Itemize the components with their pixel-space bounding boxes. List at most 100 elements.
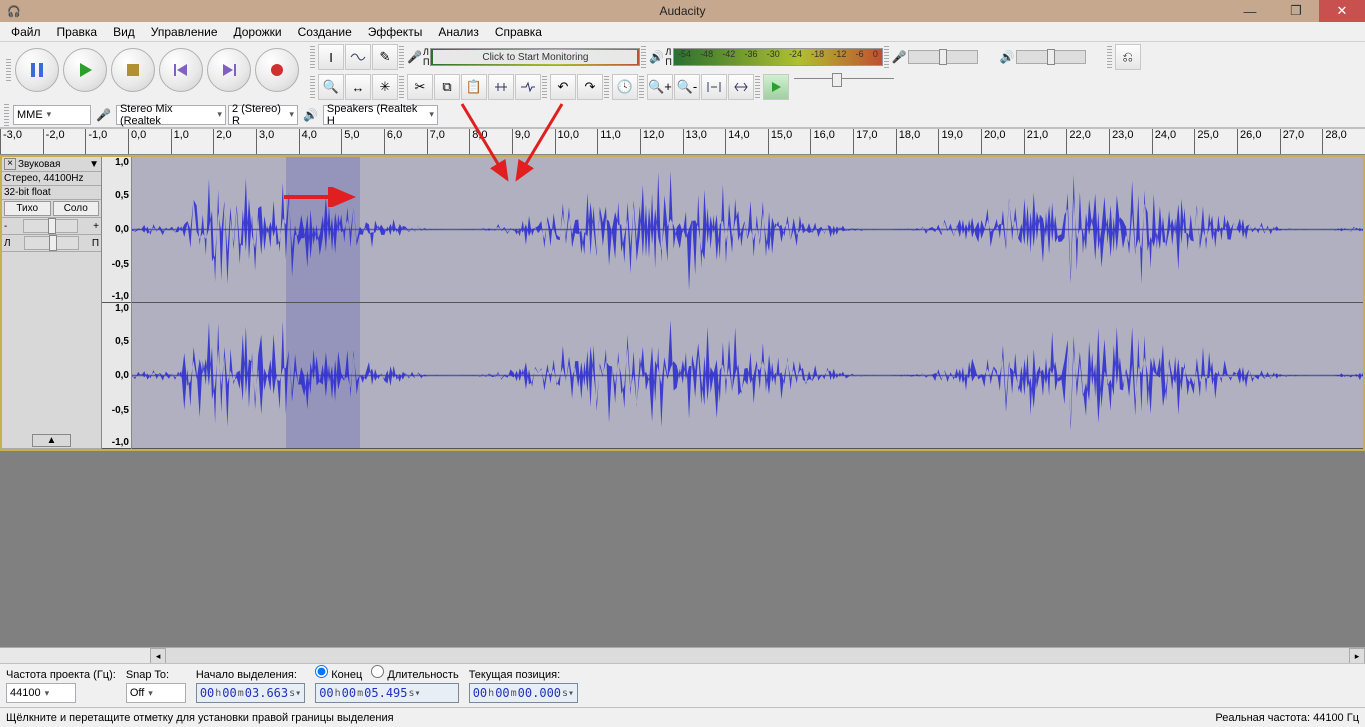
draw-tool[interactable]: ✎	[372, 44, 398, 70]
audio-position-time[interactable]: 00h 00m 00.000s▾	[469, 683, 578, 703]
grip[interactable]	[542, 76, 547, 98]
envelope-tool[interactable]	[345, 44, 371, 70]
menu-file[interactable]: Файл	[4, 23, 48, 41]
selection-start-label: Начало выделения:	[196, 669, 305, 681]
playback-meter[interactable]: -54-48-42-36-30-24-18-12-60	[673, 48, 883, 66]
grip[interactable]	[755, 76, 760, 98]
recording-device-combo[interactable]: Stereo Mix (Realtek	[116, 105, 226, 125]
waveform-channel-right[interactable]	[132, 303, 1363, 449]
grip[interactable]	[310, 76, 315, 98]
skip-end-button[interactable]	[207, 48, 251, 92]
selection-toolbar: Частота проекта (Гц): 44100 Snap To: Off…	[0, 663, 1365, 707]
selection-start-time[interactable]: 00h 00m 03.663s▾	[196, 683, 305, 703]
status-message: Щёлкните и перетащите отметку для устано…	[6, 712, 394, 724]
pan-slider[interactable]	[24, 236, 79, 250]
speaker-icon	[303, 108, 318, 122]
grip[interactable]	[641, 46, 646, 68]
cut-button[interactable]: ✂	[407, 74, 433, 100]
recording-volume-slider[interactable]	[908, 50, 978, 64]
mic-icon	[892, 50, 907, 64]
menu-generate[interactable]: Создание	[291, 23, 359, 41]
stop-button[interactable]	[111, 48, 155, 92]
menu-edit[interactable]: Правка	[50, 23, 105, 41]
play-button[interactable]	[63, 48, 107, 92]
timeline-ruler[interactable]: -3,0-2,0-1,00,01,02,03,04,05,06,07,08,09…	[0, 129, 1365, 155]
end-radio[interactable]: Конец	[315, 669, 362, 681]
scroll-left-button[interactable]: ◂	[150, 648, 166, 664]
track-menu-button[interactable]: Звуковая	[18, 159, 87, 170]
track-format: 32-bit float	[2, 186, 101, 200]
track-close-button[interactable]: ×	[4, 158, 16, 170]
silence-button[interactable]	[515, 74, 541, 100]
trim-button[interactable]	[488, 74, 514, 100]
speaker-icon	[649, 50, 664, 64]
chevron-down-icon[interactable]: ▼	[89, 159, 99, 170]
mute-button[interactable]: Тихо	[4, 201, 51, 216]
pause-button[interactable]	[15, 48, 59, 92]
pan-right-label: П	[92, 238, 99, 249]
menu-tracks[interactable]: Дорожки	[227, 23, 289, 41]
selection-tool[interactable]: I	[318, 44, 344, 70]
playback-volume-slider[interactable]	[1016, 50, 1086, 64]
waveform-area[interactable]	[132, 157, 1363, 449]
fit-project-button[interactable]	[728, 74, 754, 100]
gain-minus-label: -	[4, 221, 7, 232]
speaker-icon	[1000, 50, 1015, 64]
audio-host-combo[interactable]: MME	[13, 105, 91, 125]
zoom-out-button[interactable]: 🔍-	[674, 74, 700, 100]
menu-bar: Файл Правка Вид Управление Дорожки Созда…	[0, 22, 1365, 42]
title-bar: 🎧 Audacity — ❐ ✕	[0, 0, 1365, 22]
waveform-channel-left[interactable]	[132, 157, 1363, 303]
skip-start-button[interactable]	[159, 48, 203, 92]
menu-effects[interactable]: Эффекты	[361, 23, 430, 41]
minimize-button[interactable]: —	[1227, 0, 1273, 22]
zoom-tool[interactable]: 🔍	[318, 74, 344, 100]
recording-meter[interactable]: -54-12-60 Click to Start Monitoring	[430, 48, 640, 66]
close-button[interactable]: ✕	[1319, 0, 1365, 22]
menu-help[interactable]: Справка	[488, 23, 549, 41]
transcription-toolbar-button[interactable]: ⎌	[1115, 44, 1141, 70]
grip[interactable]	[639, 76, 644, 98]
copy-button[interactable]: ⧉	[434, 74, 460, 100]
recording-channels-combo[interactable]: 2 (Stereo) R	[228, 105, 298, 125]
track-area: × Звуковая ▼ Стерео, 44100Hz 32-bit floa…	[0, 155, 1365, 451]
playback-speed-slider[interactable]	[794, 78, 894, 96]
transport-toolbar	[0, 42, 307, 98]
zoom-in-button[interactable]: 🔍+	[647, 74, 673, 100]
selection-end-time[interactable]: 00h 00m 05.495s▾	[315, 683, 459, 703]
paste-button[interactable]: 📋	[461, 74, 487, 100]
timeshift-tool[interactable]: ↔	[345, 74, 371, 100]
grip[interactable]	[1107, 46, 1112, 68]
grip[interactable]	[6, 59, 11, 81]
undo-button[interactable]: ↶	[550, 74, 576, 100]
scroll-right-button[interactable]: ▸	[1349, 648, 1365, 664]
record-button[interactable]	[255, 48, 299, 92]
device-toolbar: MME Stereo Mix (Realtek 2 (Stereo) R Spe…	[0, 102, 1365, 128]
grip[interactable]	[4, 104, 9, 126]
snap-to-combo[interactable]: Off	[126, 683, 186, 703]
grip[interactable]	[399, 46, 404, 68]
redo-button[interactable]: ↷	[577, 74, 603, 100]
maximize-button[interactable]: ❐	[1273, 0, 1319, 22]
menu-view[interactable]: Вид	[106, 23, 142, 41]
collapse-button[interactable]: ▲	[32, 434, 72, 447]
menu-transport[interactable]: Управление	[144, 23, 225, 41]
project-rate-combo[interactable]: 44100	[6, 683, 76, 703]
grip[interactable]	[399, 76, 404, 98]
solo-button[interactable]: Соло	[53, 201, 100, 216]
grip[interactable]	[884, 46, 889, 68]
toolbars: I ✎ ЛП -54-12-60 Click to Start Monitori…	[0, 42, 1365, 129]
multi-tool[interactable]: ✳	[372, 74, 398, 100]
fit-selection-button[interactable]	[701, 74, 727, 100]
grip[interactable]	[310, 46, 315, 68]
horizontal-scrollbar[interactable]: ◂ ▸	[0, 647, 1365, 663]
play-at-speed-button[interactable]	[763, 74, 789, 100]
menu-analyze[interactable]: Анализ	[431, 23, 486, 41]
playback-device-combo[interactable]: Speakers (Realtek H	[323, 105, 438, 125]
gain-slider[interactable]	[23, 219, 78, 233]
meter-overlay-text[interactable]: Click to Start Monitoring	[433, 50, 637, 64]
grip[interactable]	[604, 76, 609, 98]
sync-lock-button[interactable]: 🕓	[612, 74, 638, 100]
empty-track-area[interactable]	[0, 451, 1365, 647]
length-radio[interactable]: Длительность	[371, 669, 458, 681]
